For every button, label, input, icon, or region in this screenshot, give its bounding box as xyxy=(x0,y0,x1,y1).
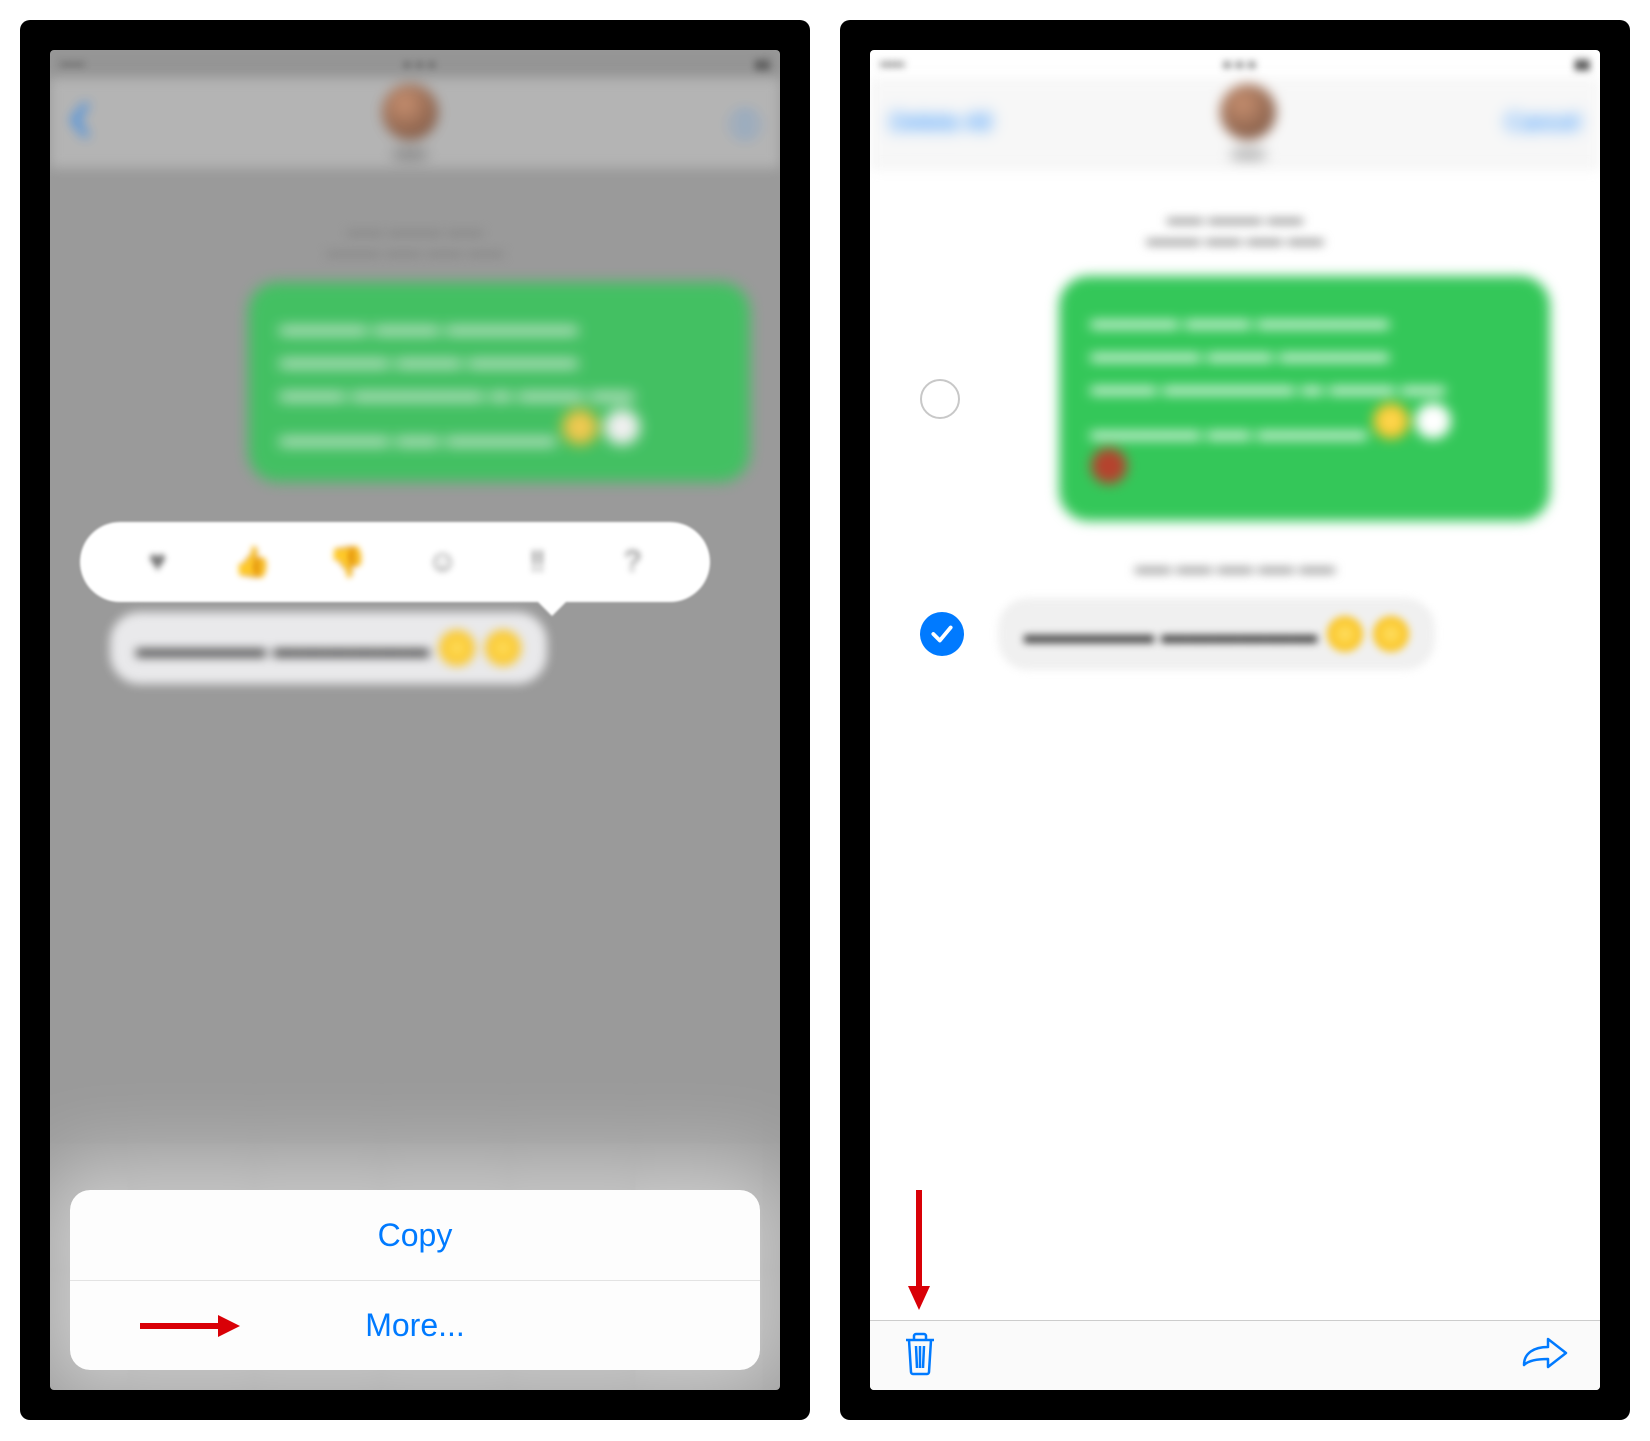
screen-left: •••••● ● ●▮▮ ▬▬ ⓘ ▬▬ ▬▬▬ ▬▬▬▬▬ ▬▬ ▬▬ ▬▬ … xyxy=(50,50,780,1390)
annotation-arrow-more xyxy=(140,1311,240,1341)
cancel-button[interactable]: Cancel xyxy=(1505,109,1580,137)
nav-bar-edit: Delete All ▬▬ Cancel xyxy=(870,78,1600,168)
contact-header[interactable]: ▬▬ xyxy=(1220,84,1276,162)
delete-all-button[interactable]: Delete All xyxy=(890,109,991,137)
outgoing-message-bubble[interactable]: ▬▬▬▬ ▬▬▬ ▬▬▬▬▬▬▬▬▬▬▬ ▬▬▬ ▬▬▬▬▬▬▬▬ ▬▬▬▬▬▬… xyxy=(248,282,751,482)
tapback-menu: ♥ 👍 👎 ☺ ‼ ? xyxy=(80,522,710,602)
thread-date: ▬▬ ▬▬▬ ▬▬▬▬▬ ▬▬ ▬▬ ▬▬ xyxy=(80,220,750,262)
edit-toolbar xyxy=(870,1320,1600,1390)
copy-button[interactable]: Copy xyxy=(70,1190,760,1280)
message-thread: ▬▬ ▬▬▬ ▬▬▬▬▬ ▬▬ ▬▬ ▬▬ ▬▬▬▬ ▬▬▬ ▬▬▬▬▬▬▬▬▬… xyxy=(50,180,780,704)
avatar xyxy=(1220,84,1276,140)
info-icon[interactable]: ⓘ xyxy=(730,101,760,145)
forward-icon[interactable] xyxy=(1520,1335,1570,1376)
phone-frame-right: •••••● ● ●▮▮ Delete All ▬▬ Cancel ▬▬ ▬▬▬… xyxy=(840,20,1630,1420)
annotation-arrow-trash xyxy=(904,1190,934,1310)
trash-icon[interactable] xyxy=(900,1330,940,1381)
incoming-message-bubble: ▬▬▬▬▬ ▬▬▬▬▬▬ xyxy=(998,598,1435,670)
contact-name: ▬▬ xyxy=(1220,144,1276,162)
contact-name: ▬▬ xyxy=(382,144,438,162)
question-icon[interactable]: ? xyxy=(611,540,655,584)
status-bar: •••••● ● ●▮▮ xyxy=(50,50,780,78)
more-label: More... xyxy=(365,1307,465,1344)
more-button[interactable]: More... xyxy=(70,1280,760,1370)
incoming-message-bubble[interactable]: ▬▬▬▬▬ ▬▬▬▬▬▬ xyxy=(110,612,547,684)
nav-bar: ▬▬ ⓘ xyxy=(50,78,780,168)
action-sheet: Copy More... xyxy=(70,1190,760,1370)
select-circle-checked[interactable] xyxy=(920,612,964,656)
contact-header[interactable]: ▬▬ xyxy=(382,84,438,162)
message-row-2[interactable]: ▬▬▬▬▬ ▬▬▬▬▬▬ xyxy=(900,592,1570,676)
thumbs-up-icon[interactable]: 👍 xyxy=(231,540,275,584)
status-bar: •••••● ● ●▮▮ xyxy=(870,50,1600,78)
outgoing-message-bubble: ▬▬▬▬ ▬▬▬ ▬▬▬▬▬▬▬▬▬▬▬ ▬▬▬ ▬▬▬▬▬▬▬▬ ▬▬▬▬▬▬… xyxy=(1059,276,1550,521)
thumbs-down-icon[interactable]: 👎 xyxy=(326,540,370,584)
thread-date: ▬▬ ▬▬▬ ▬▬▬▬▬ ▬▬ ▬▬ ▬▬ xyxy=(900,208,1570,250)
message-thread-edit: ▬▬ ▬▬▬ ▬▬▬▬▬ ▬▬ ▬▬ ▬▬ ▬▬▬▬ ▬▬▬ ▬▬▬▬▬▬▬▬▬… xyxy=(870,168,1600,756)
message-timestamp: ▬▬ ▬▬ ▬▬ ▬▬ ▬▬ xyxy=(900,557,1570,578)
heart-icon[interactable]: ♥ xyxy=(136,540,180,584)
screen-right: •••••● ● ●▮▮ Delete All ▬▬ Cancel ▬▬ ▬▬▬… xyxy=(870,50,1600,1390)
message-row-1[interactable]: ▬▬▬▬ ▬▬▬ ▬▬▬▬▬▬▬▬▬▬▬ ▬▬▬ ▬▬▬▬▬▬▬▬ ▬▬▬▬▬▬… xyxy=(900,270,1570,527)
select-circle-unchecked[interactable] xyxy=(920,379,960,419)
avatar xyxy=(382,84,438,140)
back-chevron-icon[interactable] xyxy=(70,103,90,144)
copy-label: Copy xyxy=(378,1217,453,1254)
exclaim-icon[interactable]: ‼ xyxy=(516,540,560,584)
haha-icon[interactable]: ☺ xyxy=(421,540,465,584)
phone-frame-left: •••••● ● ●▮▮ ▬▬ ⓘ ▬▬ ▬▬▬ ▬▬▬▬▬ ▬▬ ▬▬ ▬▬ … xyxy=(20,20,810,1420)
